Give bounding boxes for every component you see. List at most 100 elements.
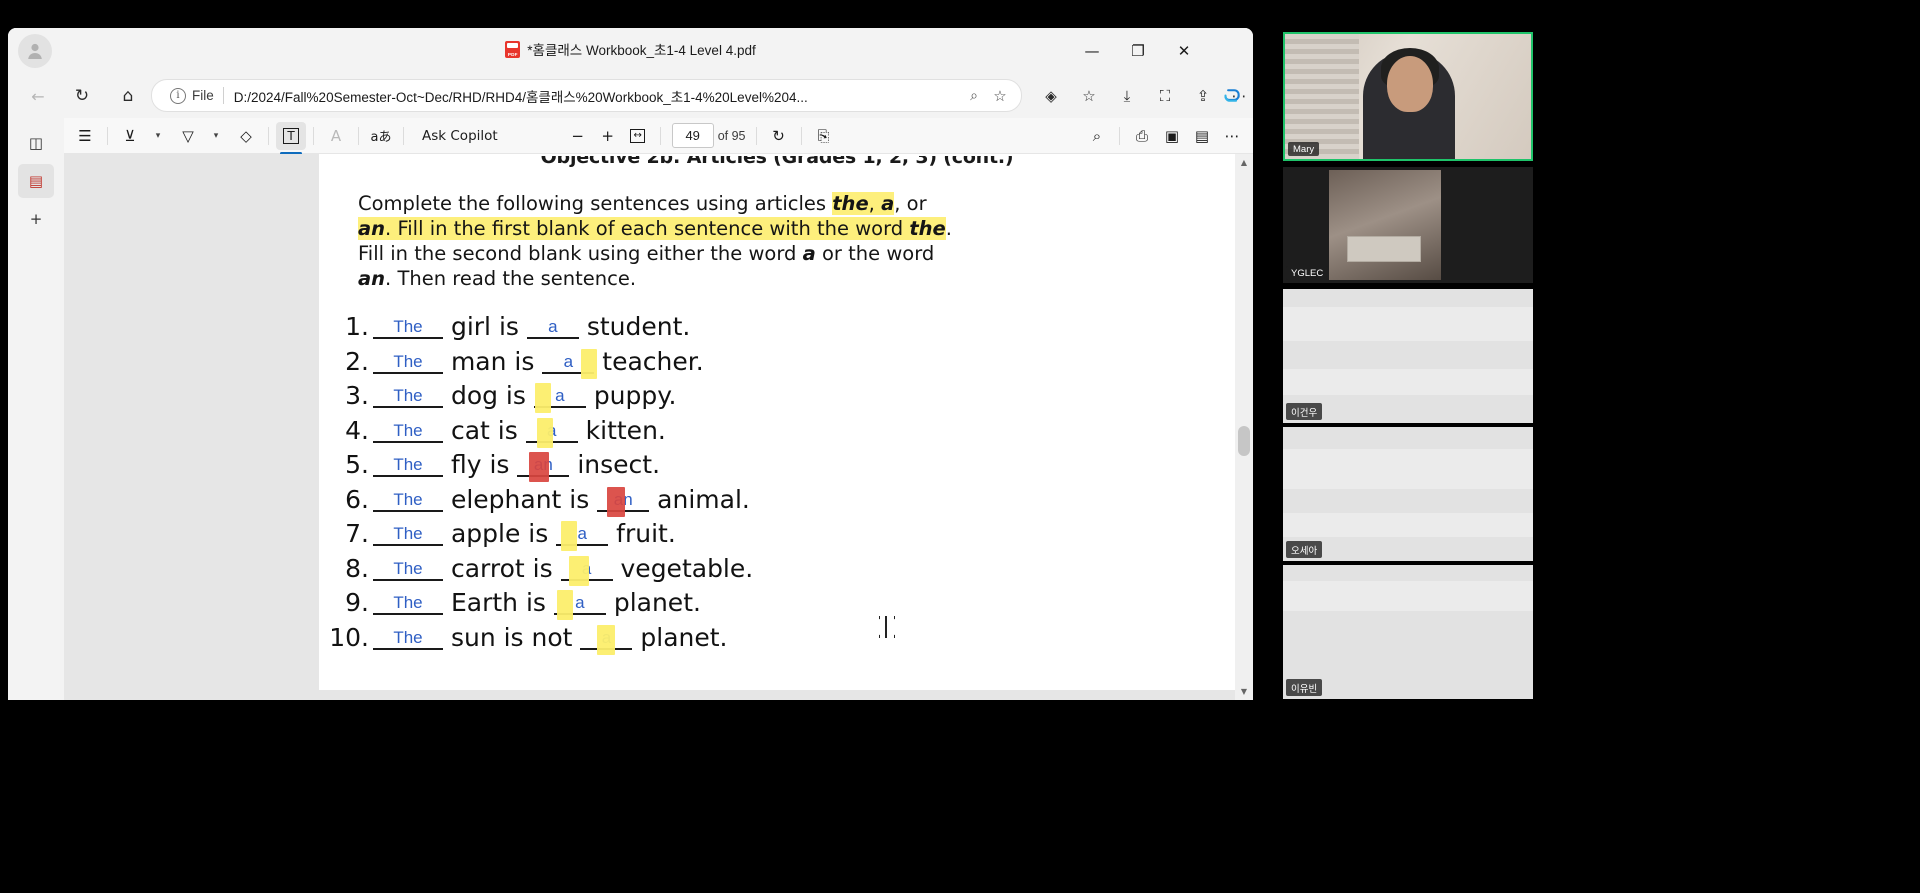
pdf-thumbnail-pane[interactable]	[64, 154, 319, 700]
downloads-button[interactable]: ⤓	[1111, 80, 1143, 112]
pdf-scrollbar[interactable]: ▲ ▼	[1235, 154, 1253, 700]
video-tile-speaker[interactable]: Mary	[1283, 32, 1533, 161]
search-button[interactable]: ⌕	[1082, 122, 1112, 150]
pdf-viewport: Objective 2b: Articles (Grades 1, 2, 3) …	[64, 154, 1253, 700]
save-button[interactable]: ▣	[1157, 122, 1187, 150]
pen-color-dropdown[interactable]: ▾	[201, 122, 231, 150]
highlighter-mark	[569, 555, 589, 586]
highlighter-color-dropdown[interactable]: ▾	[143, 122, 173, 150]
window-title-text: *홈클래스 Workbook_초1-4 Level 4.pdf	[527, 43, 756, 58]
answer-blank-first[interactable]: The	[373, 455, 443, 477]
chevron-down-icon: ▾	[155, 130, 161, 141]
text-tool-icon: T	[283, 127, 299, 144]
split-screen-icon: ⛶	[1159, 87, 1171, 105]
answer-blank-first[interactable]: The	[373, 524, 443, 546]
back-arrow-icon: ←	[31, 86, 45, 106]
share-button[interactable]: ⇪	[1187, 80, 1219, 112]
url-omnibox[interactable]: i File D:/2024/Fall%20Semester-Oct~Dec/R…	[151, 79, 1022, 112]
answer-blank-first[interactable]: The	[373, 593, 443, 615]
pdf-page[interactable]: Objective 2b: Articles (Grades 1, 2, 3) …	[319, 154, 1235, 690]
toolbar-divider	[358, 126, 359, 145]
file-scheme-label: File	[192, 88, 214, 103]
answer-blank-first[interactable]: The	[373, 352, 443, 374]
sentence-tail-text: insect.	[577, 450, 661, 479]
scroll-down-arrow[interactable]: ▼	[1235, 683, 1253, 700]
copilot-button[interactable]	[1217, 80, 1247, 110]
copilot-sidebar-button[interactable]: ◈	[1035, 80, 1067, 112]
minimize-button[interactable]: —	[1069, 28, 1115, 74]
eraser-button[interactable]: ◇	[231, 122, 261, 150]
video-tile[interactable]: 이유빈	[1283, 565, 1533, 699]
read-aloud-button[interactable]: A	[321, 122, 351, 150]
answer-blank-first[interactable]: The	[373, 317, 443, 339]
instr-line1-a: Complete the following sentences using a…	[358, 192, 833, 215]
text-tool-button[interactable]: T	[276, 121, 306, 155]
answer-blank-first[interactable]: The	[373, 386, 443, 408]
favorites-button[interactable]: ☆	[1073, 80, 1105, 112]
sidebar-add-tab[interactable]: +	[18, 202, 54, 236]
sentence-tail-text: fruit.	[616, 519, 676, 548]
fit-page-button[interactable]: ↔	[623, 122, 653, 150]
sentence-tail-text: puppy.	[593, 381, 677, 410]
answer-blank-second[interactable]: a	[526, 317, 579, 339]
toolbar-divider	[107, 126, 108, 145]
sidebar-pdf-tab[interactable]: ▤	[18, 164, 54, 198]
zoom-in-button[interactable]: +	[593, 122, 623, 150]
translate-button[interactable]: aあ	[366, 122, 396, 150]
ask-copilot-button[interactable]: Ask Copilot	[411, 122, 509, 150]
maximize-button[interactable]: ❐	[1115, 28, 1161, 74]
save-as-button[interactable]: ▤	[1187, 122, 1217, 150]
toggle-pane-icon: ◫	[28, 134, 44, 152]
highlighter-mark	[537, 417, 553, 448]
answer-blank-first[interactable]: The	[373, 628, 443, 650]
zoom-search-icon[interactable]: ⌕	[961, 88, 987, 104]
rotate-button[interactable]: ↻	[764, 122, 794, 150]
sidebar-toggle-pane[interactable]: ◫	[18, 126, 54, 160]
zoom-out-button[interactable]: −	[563, 122, 593, 150]
question-row: 5.The fly is an insect.	[329, 450, 1009, 485]
answer-blank-first[interactable]: The	[373, 490, 443, 512]
refresh-button[interactable]: ↻	[66, 80, 98, 112]
instr-fill-first: . Fill in the first blank of each senten…	[385, 216, 764, 240]
answer-blank-first[interactable]: The	[373, 421, 443, 443]
highlighter-button[interactable]: ⊻	[115, 122, 145, 150]
split-screen-button[interactable]: ⛶	[1149, 80, 1181, 112]
sentence-middle-text: fly is	[450, 450, 510, 479]
add-favorite-icon[interactable]: ☆	[987, 87, 1013, 105]
worksheet-title: Objective 2b: Articles (Grades 1, 2, 3) …	[540, 154, 1014, 168]
close-button[interactable]: ✕	[1161, 28, 1207, 74]
scrollbar-thumb[interactable]	[1238, 426, 1250, 456]
toc-outline-button[interactable]: ☰	[70, 122, 100, 150]
pdf-page-area[interactable]: Objective 2b: Articles (Grades 1, 2, 3) …	[319, 154, 1235, 700]
toolbar-divider	[1119, 126, 1120, 145]
video-tile[interactable]: 오세아	[1283, 427, 1533, 561]
back-button[interactable]: ←	[22, 80, 54, 112]
browser-content-area: ◫ ▤ + ☰ ⊻ ▾ ▽ ▾ ◇ T A aあ Ask Copilot − +…	[8, 118, 1253, 700]
ask-copilot-label: Ask Copilot	[422, 127, 498, 144]
question-row: 8.The carrot is a vegetable.	[329, 554, 1009, 589]
sentence-middle-text: Earth is	[450, 588, 546, 617]
page-number-input[interactable]: 49	[671, 123, 714, 148]
page-view-button[interactable]: ⎘	[809, 122, 839, 150]
highlighter-mark	[581, 348, 597, 379]
highlighter-mark	[561, 521, 577, 551]
question-number: 4.	[345, 415, 369, 445]
sentence-middle-text: girl is	[450, 312, 519, 341]
pdf-more-button[interactable]: ⋯	[1217, 122, 1247, 150]
pen-draw-button[interactable]: ▽	[173, 122, 203, 150]
highlighter-mark	[529, 452, 549, 482]
video-tile[interactable]: YGLEC	[1283, 167, 1533, 283]
home-button[interactable]: ⌂	[112, 80, 144, 112]
highlighter-mark	[597, 624, 615, 655]
edge-vertical-tab-strip: ◫ ▤ +	[8, 118, 64, 700]
instr-line3-a: a	[802, 241, 816, 265]
question-row: 6.The elephant is an animal.	[329, 485, 1009, 520]
video-tile[interactable]: 이건우	[1283, 289, 1533, 423]
pdf-tab-icon: ▤	[28, 172, 44, 190]
placeholder-stripe	[1283, 307, 1533, 341]
toolbar-right-group: ⌕ ⎙ ▣ ▤ ⋯	[1082, 122, 1247, 150]
print-button[interactable]: ⎙	[1127, 122, 1157, 150]
scroll-up-arrow[interactable]: ▲	[1235, 154, 1253, 171]
answer-blank-first[interactable]: The	[373, 559, 443, 581]
participant-name: 이유빈	[1286, 679, 1323, 696]
